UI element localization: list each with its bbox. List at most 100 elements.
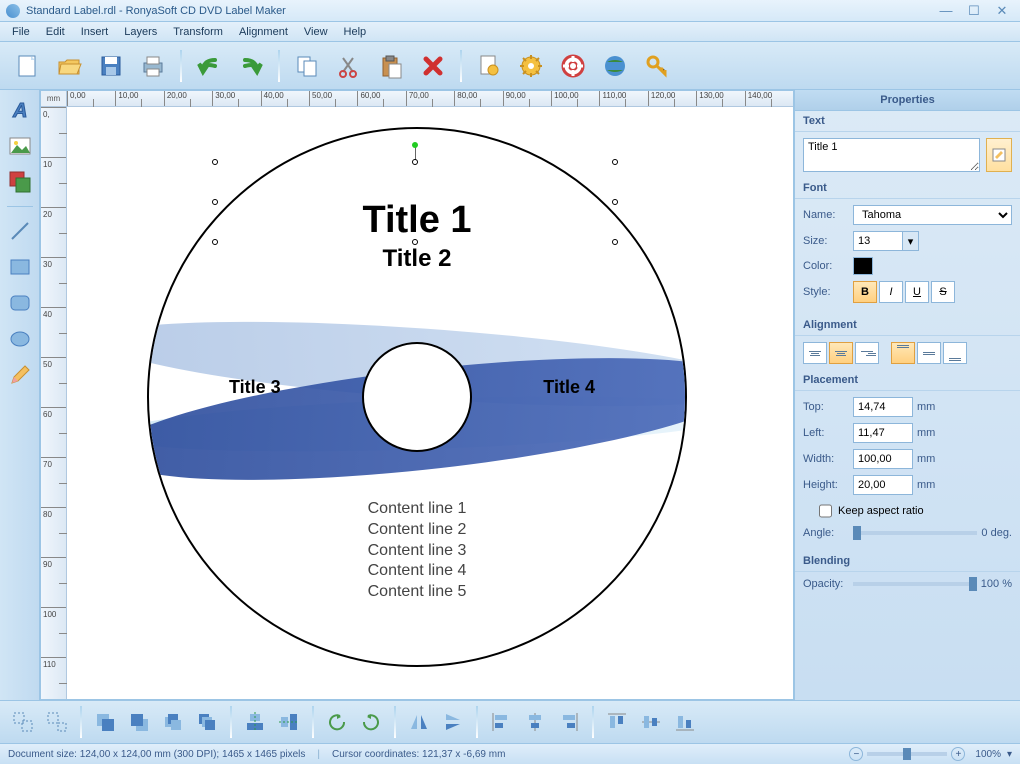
center-h-button[interactable]: [240, 707, 270, 737]
align-hcenter-button[interactable]: [520, 707, 550, 737]
new-button[interactable]: [8, 47, 46, 85]
zoom-dropdown[interactable]: ▾: [1007, 749, 1012, 760]
angle-slider[interactable]: [853, 531, 977, 535]
disc-title2[interactable]: Title 2: [149, 245, 685, 273]
text-tool[interactable]: A: [4, 94, 36, 126]
paste-button[interactable]: [372, 47, 410, 85]
align-right[interactable]: [855, 342, 879, 364]
rotate-left-button[interactable]: [322, 707, 352, 737]
font-size-dropdown[interactable]: ▾: [903, 231, 919, 251]
redo-button[interactable]: [232, 47, 270, 85]
zoom-out-button[interactable]: −: [849, 747, 863, 761]
align-center[interactable]: [829, 342, 853, 364]
text-value-input[interactable]: Title 1: [803, 138, 980, 172]
font-name-select[interactable]: Tahoma: [853, 205, 1012, 225]
zoom-in-button[interactable]: +: [951, 747, 965, 761]
alignment-section: Alignment: [795, 315, 1020, 336]
close-button[interactable]: ✕: [990, 4, 1014, 18]
ruler-vertical: 0,102030405060708090100110: [41, 107, 67, 699]
settings-button[interactable]: [512, 47, 550, 85]
clipart-tool[interactable]: [4, 166, 36, 198]
ungroup-button[interactable]: [42, 707, 72, 737]
key-button[interactable]: [638, 47, 676, 85]
align-vcenter-button[interactable]: [636, 707, 666, 737]
save-button[interactable]: [92, 47, 130, 85]
minimize-button[interactable]: —: [934, 4, 958, 18]
align-right-button[interactable]: [554, 707, 584, 737]
menu-view[interactable]: View: [296, 24, 336, 40]
rotate-right-button[interactable]: [356, 707, 386, 737]
ruler-unit: mm: [41, 91, 67, 107]
image-tool[interactable]: [4, 130, 36, 162]
opacity-slider[interactable]: [853, 582, 977, 586]
width-input[interactable]: [853, 449, 913, 469]
font-section: Font: [795, 178, 1020, 199]
bring-forward-button[interactable]: [158, 707, 188, 737]
maximize-button[interactable]: ☐: [962, 4, 986, 18]
send-backward-button[interactable]: [192, 707, 222, 737]
menubar: File Edit Insert Layers Transform Alignm…: [0, 22, 1020, 42]
menu-alignment[interactable]: Alignment: [231, 24, 296, 40]
page-setup-button[interactable]: [470, 47, 508, 85]
group-button[interactable]: [8, 707, 38, 737]
selection-box[interactable]: [215, 162, 615, 242]
align-left[interactable]: [803, 342, 827, 364]
disc-title3[interactable]: Title 3: [229, 377, 281, 398]
align-middle[interactable]: [917, 342, 941, 364]
statusbar: Document size: 124,00 x 124,00 mm (300 D…: [0, 744, 1020, 764]
zoom-slider[interactable]: [867, 752, 947, 756]
panel-header: Properties: [795, 90, 1020, 111]
edit-text-button[interactable]: [986, 138, 1012, 172]
send-back-button[interactable]: [124, 707, 154, 737]
print-button[interactable]: [134, 47, 172, 85]
window-title: Standard Label.rdl - RonyaSoft CD DVD La…: [26, 5, 286, 17]
italic-button[interactable]: I: [879, 281, 903, 303]
menu-edit[interactable]: Edit: [38, 24, 73, 40]
help-button[interactable]: [554, 47, 592, 85]
align-left-button[interactable]: [486, 707, 516, 737]
center-v-button[interactable]: [274, 707, 304, 737]
main-toolbar: [0, 42, 1020, 90]
menu-layers[interactable]: Layers: [116, 24, 165, 40]
flip-v-button[interactable]: [438, 707, 468, 737]
strike-button[interactable]: S: [931, 281, 955, 303]
bring-front-button[interactable]: [90, 707, 120, 737]
disc-title4[interactable]: Title 4: [543, 377, 595, 398]
align-top[interactable]: [891, 342, 915, 364]
align-bottom[interactable]: [943, 342, 967, 364]
left-input[interactable]: [853, 423, 913, 443]
underline-button[interactable]: U: [905, 281, 929, 303]
keep-ratio-checkbox[interactable]: [819, 501, 832, 521]
disc-content[interactable]: Content line 1Content line 2Content line…: [149, 499, 685, 603]
menu-transform[interactable]: Transform: [165, 24, 231, 40]
placement-section: Placement: [795, 370, 1020, 391]
menu-file[interactable]: File: [4, 24, 38, 40]
menu-insert[interactable]: Insert: [73, 24, 117, 40]
rounded-rect-tool[interactable]: [4, 287, 36, 319]
align-bottom-button[interactable]: [670, 707, 700, 737]
delete-button[interactable]: [414, 47, 452, 85]
ruler-horizontal: 0,0010,0020,0030,0040,0050,0060,0070,008…: [67, 91, 793, 107]
line-tool[interactable]: [4, 215, 36, 247]
open-button[interactable]: [50, 47, 88, 85]
rectangle-tool[interactable]: [4, 251, 36, 283]
pencil-tool[interactable]: [4, 359, 36, 391]
height-input[interactable]: [853, 475, 913, 495]
flip-h-button[interactable]: [404, 707, 434, 737]
text-section: Text: [795, 111, 1020, 132]
rotate-handle[interactable]: [412, 142, 418, 148]
canvas[interactable]: Title 1 Title 2 Title 3 Title 4 Content …: [67, 107, 793, 699]
ellipse-tool[interactable]: [4, 323, 36, 355]
font-size-input[interactable]: [853, 231, 903, 251]
copy-button[interactable]: [288, 47, 326, 85]
web-button[interactable]: [596, 47, 634, 85]
top-input[interactable]: [853, 397, 913, 417]
blending-section: Blending: [795, 551, 1020, 572]
bold-button[interactable]: B: [853, 281, 877, 303]
font-color-swatch[interactable]: [853, 257, 873, 275]
app-icon: [6, 4, 20, 18]
cut-button[interactable]: [330, 47, 368, 85]
undo-button[interactable]: [190, 47, 228, 85]
menu-help[interactable]: Help: [336, 24, 375, 40]
align-top-button[interactable]: [602, 707, 632, 737]
